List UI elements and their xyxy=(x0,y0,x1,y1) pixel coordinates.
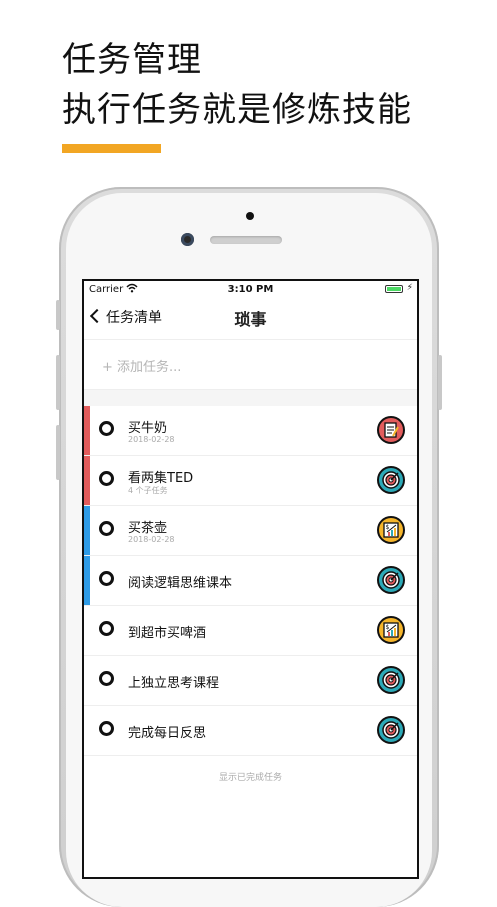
task-checkbox[interactable] xyxy=(99,421,114,436)
charging-icon: ⚡ xyxy=(406,283,413,293)
task-row[interactable]: 完成每日反思 xyxy=(84,706,417,756)
task-checkbox[interactable] xyxy=(99,721,114,736)
target-icon[interactable] xyxy=(377,566,405,594)
task-title: 完成每日反思 xyxy=(128,726,207,741)
battery-icon xyxy=(385,285,403,293)
phone-power-button xyxy=(438,355,442,410)
task-checkbox[interactable] xyxy=(99,671,114,686)
target-icon[interactable] xyxy=(377,466,405,494)
task-row[interactable]: 到超市买啤酒 $ xyxy=(84,606,417,656)
target-icon[interactable] xyxy=(377,716,405,744)
task-subtitle: 4 个子任务 xyxy=(128,486,168,495)
priority-stripe xyxy=(84,456,90,505)
task-list: 买牛奶 2018-02-28 看两集TED 4 个子任务 买茶壶 2018-02-28 $ 阅… xyxy=(84,406,417,756)
phone-mute-switch xyxy=(56,300,60,330)
task-row[interactable]: 上独立思考课程 xyxy=(84,656,417,706)
add-task-input[interactable]: + 添加任务... xyxy=(102,356,181,375)
task-subtitle: 2018-02-28 xyxy=(128,535,175,544)
task-checkbox[interactable] xyxy=(99,521,114,536)
target-icon[interactable] xyxy=(377,666,405,694)
task-row[interactable]: 买茶壶 2018-02-28 $ xyxy=(84,506,417,556)
status-bar: Carrier 3:10 PM ⚡ xyxy=(84,281,417,299)
page-title: 琐事 xyxy=(234,310,267,329)
front-camera xyxy=(181,233,194,246)
accent-bar xyxy=(62,144,161,153)
status-time: 3:10 PM xyxy=(227,284,274,295)
section-divider xyxy=(84,390,417,406)
task-title: 上独立思考课程 xyxy=(128,676,220,691)
proximity-sensor xyxy=(246,212,254,220)
priority-stripe xyxy=(84,506,90,555)
earpiece-speaker xyxy=(210,236,282,244)
task-title: 到超市买啤酒 xyxy=(128,626,207,641)
phone-volume-down xyxy=(56,425,60,480)
finance-chart-icon[interactable]: $ xyxy=(377,516,405,544)
phone-volume-up xyxy=(56,355,60,410)
show-completed-link[interactable]: 显示已完成任务 xyxy=(84,770,417,783)
task-subtitle: 2018-02-28 xyxy=(128,435,175,444)
task-title: 阅读逻辑思维课本 xyxy=(128,576,233,591)
promo-headline-1: 任务管理 xyxy=(62,40,202,80)
task-row[interactable]: 买牛奶 2018-02-28 xyxy=(84,406,417,456)
priority-stripe xyxy=(84,406,90,455)
task-title: 买茶壶 xyxy=(128,521,168,536)
task-row[interactable]: 阅读逻辑思维课本 xyxy=(84,556,417,606)
task-row[interactable]: 看两集TED 4 个子任务 xyxy=(84,456,417,506)
task-checkbox[interactable] xyxy=(99,621,114,636)
app-screen: Carrier 3:10 PM ⚡ 任务清单 琐事 + 添加任务... 买牛奶 2… xyxy=(82,279,419,879)
priority-stripe xyxy=(84,556,90,605)
task-title: 看两集TED xyxy=(128,471,194,486)
add-task-row[interactable]: + 添加任务... xyxy=(84,339,417,390)
task-checkbox[interactable] xyxy=(99,471,114,486)
navigation-bar: 任务清单 琐事 xyxy=(84,299,417,340)
notepad-icon[interactable] xyxy=(377,416,405,444)
task-title: 买牛奶 xyxy=(128,421,168,436)
finance-chart-icon[interactable]: $ xyxy=(377,616,405,644)
task-checkbox[interactable] xyxy=(99,571,114,586)
promo-headline-2: 执行任务就是修炼技能 xyxy=(62,90,412,130)
